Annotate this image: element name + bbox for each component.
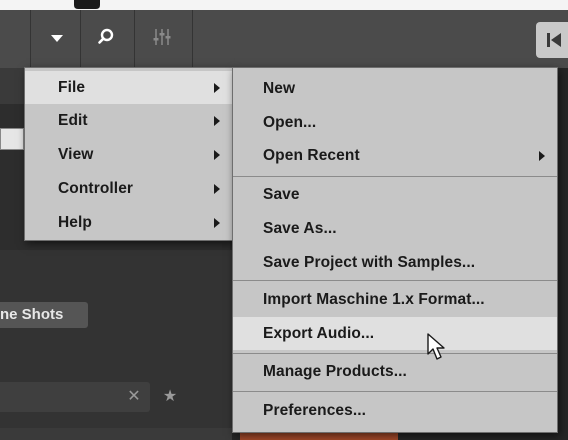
chevron-right-icon [214,217,220,228]
menu-item-label: Open... [263,113,317,131]
menu-separator [233,353,557,354]
menu-separator [233,391,557,392]
file-submenu: New Open... Open Recent Save Save As... … [232,67,558,433]
menu-item-label: Preferences... [263,401,367,419]
skip-back-icon [546,32,562,53]
menu-item-edit[interactable]: Edit [25,104,232,137]
star-icon[interactable]: ★ [160,386,180,408]
menu-item-label: Controller [58,179,134,197]
menu-item-help[interactable]: Help [25,206,232,239]
menu-item-label: Import Maschine 1.x Format... [263,290,485,308]
menu-item-save-project-with-samples[interactable]: Save Project with Samples... [233,246,557,279]
toolbar-divider [30,10,31,68]
menu-item-new[interactable]: New [233,72,557,105]
skip-back-button[interactable] [536,22,568,58]
menu-item-export-audio[interactable]: Export Audio... [233,317,557,350]
chevron-right-icon [214,149,220,160]
menu-item-label: Save As... [263,219,337,237]
menu-item-file[interactable]: File [25,71,232,104]
main-menu: File Edit View Controller Help [24,67,233,241]
chevron-right-icon [214,115,220,126]
chevron-right-icon [214,82,220,93]
menu-item-save-as[interactable]: Save As... [233,212,557,245]
menu-item-label: Edit [58,111,88,129]
chevron-right-icon [539,150,545,161]
result-row[interactable] [0,428,232,440]
close-icon[interactable]: ✕ [126,387,142,407]
menu-item-label: Export Audio... [263,324,375,342]
menu-separator [233,176,557,177]
menu-item-open-recent[interactable]: Open Recent [233,139,557,172]
toolbar-divider [80,10,81,68]
menu-item-label: Save [263,185,300,203]
main-menu-button[interactable] [36,10,78,68]
search-icon [97,28,115,51]
menu-item-preferences[interactable]: Preferences... [233,394,557,427]
mixer-sliders-icon [152,27,172,52]
menu-item-label: Manage Products... [263,362,407,380]
menu-item-label: New [263,79,296,97]
triangle-down-icon [50,30,64,48]
menu-item-label: Open Recent [263,146,360,164]
menu-item-label: Save Project with Samples... [263,253,476,271]
toolbar-divider [192,10,193,68]
toolbar [0,10,568,69]
menu-item-open[interactable]: Open... [233,106,557,139]
menu-item-view[interactable]: View [25,138,232,171]
menu-item-save[interactable]: Save [233,178,557,211]
mixer-button[interactable] [140,10,184,68]
menu-item-label: File [58,78,86,96]
chevron-right-icon [214,183,220,194]
partial-icon-top [68,0,128,9]
waveform-widget[interactable] [0,128,24,150]
menu-item-import-maschine[interactable]: Import Maschine 1.x Format... [233,283,557,316]
mouse-pointer-icon [426,332,450,362]
menu-item-manage-products[interactable]: Manage Products... [233,355,557,388]
menu-separator [233,280,557,281]
category-tag[interactable]: ne Shots [0,302,88,328]
menu-item-label: Help [58,213,92,231]
search-button[interactable] [86,10,126,68]
menu-item-controller[interactable]: Controller [25,172,232,205]
menu-item-label: View [58,145,94,163]
toolbar-divider [134,10,135,68]
